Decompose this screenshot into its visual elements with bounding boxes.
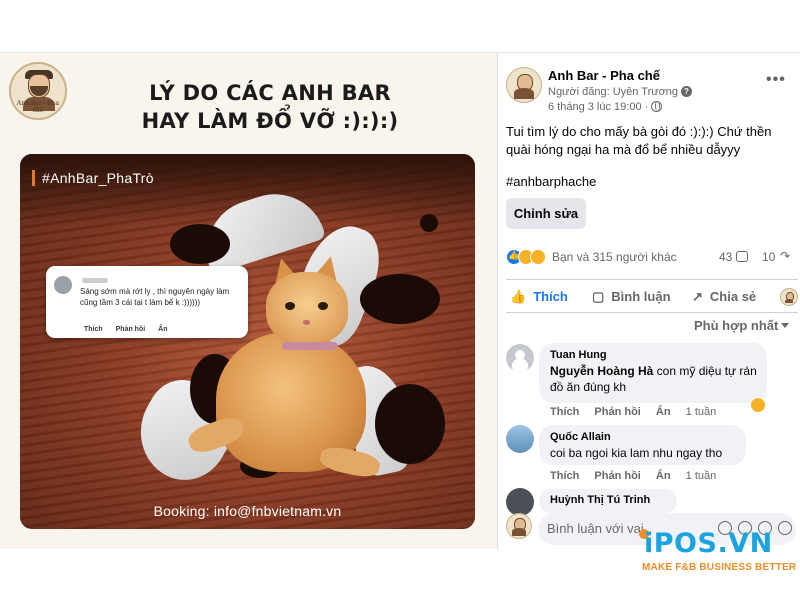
comment-body: coi ba ngoi kia lam nhu ngay tho <box>550 446 723 460</box>
commenter-name[interactable]: Tuan Hung <box>550 349 607 361</box>
comment-reply-link[interactable]: Phản hồi <box>594 470 640 482</box>
reaction-count-text[interactable]: Bạn và 315 người khác <box>552 250 677 264</box>
like-label: Thích <box>533 289 568 304</box>
help-icon[interactable]: ? <box>681 86 692 97</box>
comment-text: Nguyễn Hoàng Hà con mỹ diệu tự rán đồ ăn… <box>550 363 760 395</box>
chevron-down-icon[interactable] <box>781 323 789 328</box>
comment-sort-dropdown[interactable]: Phù hợp nhất <box>694 318 778 333</box>
cat-head <box>266 272 348 344</box>
ipos-watermark: iPOS.VN MAKE F&B BUSINESS BETTER <box>628 528 798 578</box>
page-avatar[interactable] <box>506 67 542 103</box>
screenshot-stage: Anh Bar - Pha chế LÝ DO CÁC ANH BAR HAY … <box>0 0 800 600</box>
coffee-splash <box>420 214 438 232</box>
booking-contact: Booking: info@fnbvietnam.vn <box>153 503 342 519</box>
post-detail-panel: Anh Bar - Pha chế Người đăng: Uyên Trươn… <box>497 53 800 549</box>
commenter-name[interactable]: Quốc Allain <box>550 431 611 443</box>
inset-blurred-name <box>82 278 108 283</box>
comment-like-link[interactable]: Thích <box>550 470 579 482</box>
coffee-splash <box>360 274 440 324</box>
comment-hide-link[interactable]: Ẩn <box>656 470 671 482</box>
comment-time[interactable]: 1 tuần <box>686 406 717 418</box>
share-arrow-icon: ↷ <box>780 249 791 263</box>
tagged-user[interactable]: Nguyễn Hoàng Hà <box>550 364 653 378</box>
comment-button[interactable]: ▢ Bình luận <box>592 280 671 314</box>
comment-icon: ▢ <box>592 289 605 304</box>
share-icon: ↗ <box>692 289 703 304</box>
comment-like-link[interactable]: Thích <box>550 406 579 418</box>
share-count[interactable]: 10 <box>762 250 775 264</box>
globe-icon <box>651 101 662 112</box>
coffee-splash <box>375 384 445 464</box>
cat-eye <box>285 302 295 310</box>
cat-nose <box>303 320 310 325</box>
comment-count[interactable]: 43 <box>719 250 732 264</box>
sad-reaction-icon[interactable] <box>750 397 766 413</box>
page-name[interactable]: Anh Bar - Pha chế <box>548 68 660 83</box>
comment-actions: Thích Phản hồi Ẩn 1 tuần <box>550 406 728 418</box>
share-label: Chia sẻ <box>709 289 757 304</box>
acting-as-avatar[interactable] <box>780 288 798 306</box>
headline-line-1: LÝ DO CÁC ANH BAR <box>149 81 391 105</box>
comment-hide-link[interactable]: Ẩn <box>656 406 671 418</box>
commenter-avatar[interactable] <box>506 425 534 453</box>
top-strip <box>0 0 800 52</box>
commenter-avatar[interactable] <box>506 344 534 372</box>
cat-eye <box>318 302 328 310</box>
brand-logo: Anh Bar - Pha chế <box>9 62 67 120</box>
coffee-splash <box>170 224 230 264</box>
sad-reaction-icon <box>530 249 546 265</box>
post-caption: Tui tìm lý do cho mấy bà gòi đó :):):) C… <box>506 124 772 157</box>
logo-text: Anh Bar - Pha chế <box>16 100 60 114</box>
thumbs-up-icon: 👍 <box>510 289 527 304</box>
image-hashtag: #AnhBar_PhaTrò <box>32 170 154 186</box>
inset-comment-actions: Thích Phản hồi Ẩn <box>84 326 178 333</box>
post-viewer: Anh Bar - Pha chế LÝ DO CÁC ANH BAR HAY … <box>0 52 800 549</box>
post-timestamp[interactable]: 6 tháng 3 lúc 19:00 · <box>548 101 648 113</box>
like-button[interactable]: 👍 Thích <box>510 280 568 314</box>
comment-label: Bình luận <box>611 289 671 304</box>
commenter-avatar[interactable] <box>506 488 534 516</box>
meme-artwork: Sáng sớm mà rớt ly , thì nguyên ngày làm… <box>20 154 475 529</box>
post-image[interactable]: Anh Bar - Pha chế LÝ DO CÁC ANH BAR HAY … <box>0 53 497 549</box>
comment-actions: Thích Phản hồi Ẩn 1 tuần <box>550 470 728 482</box>
inset-reply: Phản hồi <box>115 326 146 333</box>
headline-line-2: HAY LÀM ĐỔ VỠ :):):) <box>141 109 399 133</box>
comment-reply-link[interactable]: Phản hồi <box>594 406 640 418</box>
inset-hide: Ẩn <box>158 326 168 333</box>
ipos-brand: iPOS.VN <box>644 528 773 559</box>
more-options-icon[interactable]: ••• <box>766 71 786 89</box>
comment-bubble-icon <box>736 251 748 262</box>
comment-time[interactable]: 1 tuần <box>686 470 717 482</box>
inset-like: Thích <box>84 326 103 333</box>
inset-avatar <box>54 276 72 294</box>
ipos-tagline: MAKE F&B BUSINESS BETTER <box>642 562 797 573</box>
composer-avatar[interactable] <box>506 513 532 539</box>
inset-comment-text: Sáng sớm mà rớt ly , thì nguyên ngày làm… <box>80 287 230 307</box>
post-hashtag[interactable]: #anhbarphache <box>506 174 596 189</box>
post-author: Người đăng: Uyên Trương <box>548 86 679 98</box>
commenter-name[interactable]: Huỳnh Thị Tú Trinh <box>550 494 650 506</box>
edit-button[interactable]: Chỉnh sửa <box>506 198 586 229</box>
image-headline: LÝ DO CÁC ANH BAR HAY LÀM ĐỔ VỠ :):):) <box>100 79 440 135</box>
share-button[interactable]: ↗ Chia sẻ <box>692 280 756 314</box>
reaction-summary[interactable]: Bạn và 315 người khác 43 10 ↷ <box>506 249 796 269</box>
cat-collar <box>282 342 338 350</box>
post-action-bar: 👍 Thích ▢ Bình luận ↗ Chia sẻ <box>506 279 798 313</box>
